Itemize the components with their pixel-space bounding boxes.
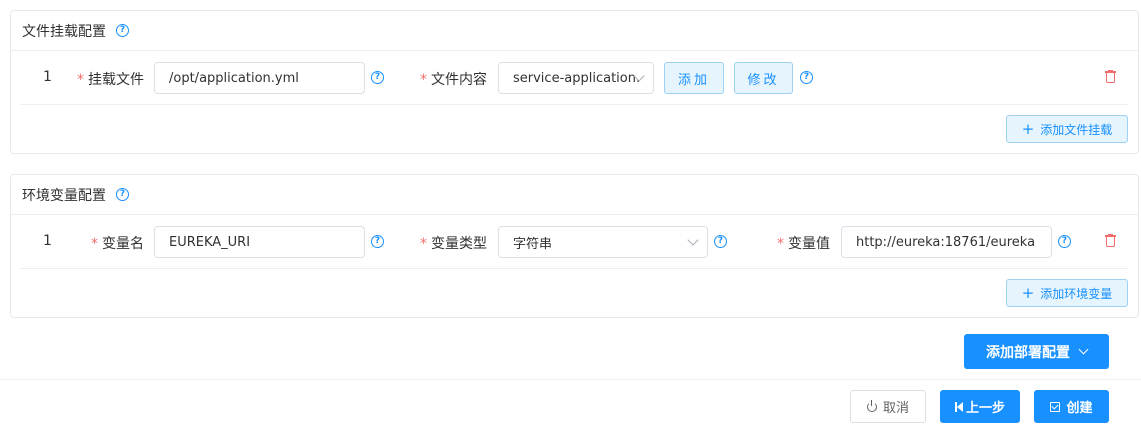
var-type-label: * 变量类型 <box>420 236 487 252</box>
file-mount-card: 文件挂载配置 ? 1 * 挂载文件 /opt/application.yml ? … <box>10 10 1139 154</box>
help-icon[interactable]: ? <box>371 235 384 248</box>
env-var-card: 环境变量配置 ? 1 * 变量名 EUREKA_URI ? * 变量类型 字符串 ?… <box>10 174 1139 318</box>
help-icon[interactable]: ? <box>800 71 813 84</box>
mount-file-label: * 挂载文件 <box>77 72 144 88</box>
file-content-select[interactable]: service-application. <box>498 62 654 94</box>
add-env-var-button[interactable]: + 添加环境变量 <box>1006 279 1128 307</box>
var-name-label: * 变量名 <box>91 236 144 252</box>
delete-icon[interactable] <box>1105 70 1116 83</box>
step-backward-icon <box>954 401 963 412</box>
power-icon <box>866 399 877 412</box>
env-var-header: 环境变量配置 ? <box>11 175 1138 215</box>
chevron-down-icon <box>687 234 699 246</box>
var-name-input[interactable]: EUREKA_URI <box>154 226 365 258</box>
cancel-button[interactable]: 取消 <box>850 390 926 423</box>
help-icon[interactable]: ? <box>1058 235 1071 248</box>
row-index: 1 <box>43 69 52 85</box>
mount-file-input[interactable]: /opt/application.yml <box>154 62 365 94</box>
help-icon[interactable]: ? <box>714 235 727 248</box>
delete-icon[interactable] <box>1105 234 1116 247</box>
var-type-value: 字符串 <box>513 236 553 252</box>
var-type-select[interactable]: 字符串 <box>498 226 708 258</box>
row-index: 1 <box>43 233 52 249</box>
prev-step-button[interactable]: 上一步 <box>940 390 1020 423</box>
plus-icon: + <box>1021 119 1035 138</box>
file-content-value: service-application. <box>513 70 641 86</box>
help-icon[interactable]: ? <box>116 188 129 201</box>
help-icon[interactable]: ? <box>371 71 384 84</box>
var-value-label: * 变量值 <box>777 236 830 252</box>
env-var-title: 环境变量配置 <box>22 187 106 204</box>
help-icon[interactable]: ? <box>116 24 129 37</box>
plus-icon: + <box>1021 283 1035 302</box>
check-square-icon <box>1050 401 1061 412</box>
footer-bar: 取消 上一步 创建 <box>0 379 1141 426</box>
edit-content-button[interactable]: 修改 <box>734 62 793 94</box>
create-button[interactable]: 创建 <box>1034 390 1109 423</box>
file-mount-row: 1 * 挂载文件 /opt/application.yml ? * 文件内容 ser… <box>21 51 1128 105</box>
add-file-mount-button[interactable]: + 添加文件挂载 <box>1006 115 1128 143</box>
add-content-button[interactable]: 添加 <box>664 62 724 94</box>
chevron-down-icon <box>1078 344 1089 355</box>
env-var-row: 1 * 变量名 EUREKA_URI ? * 变量类型 字符串 ? * 变量值 htt… <box>21 215 1128 269</box>
file-mount-header: 文件挂载配置 ? <box>11 11 1138 51</box>
file-mount-title: 文件挂载配置 <box>22 23 106 40</box>
var-value-input[interactable]: http://eureka:18761/eureka <box>841 226 1052 258</box>
add-deploy-config-button[interactable]: 添加部署配置 <box>964 334 1109 369</box>
file-content-label: * 文件内容 <box>420 72 487 88</box>
